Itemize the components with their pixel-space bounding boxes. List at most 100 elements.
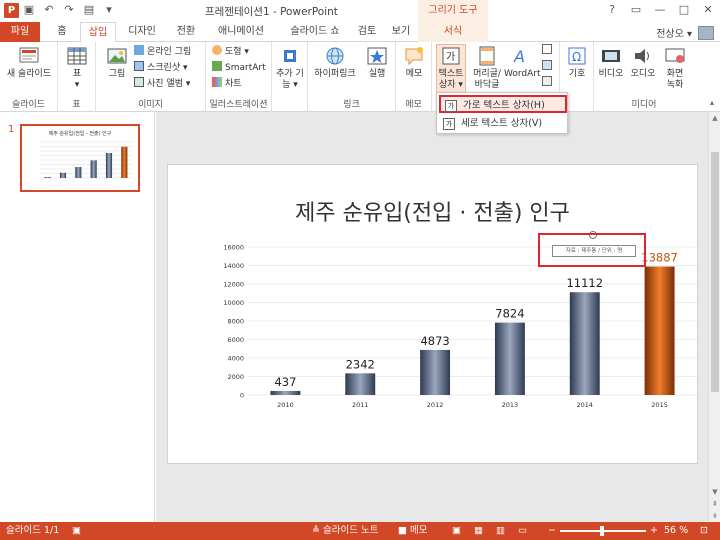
ribbon-display-options-button[interactable]: ▭: [624, 0, 648, 22]
picture-button[interactable]: 그림: [104, 45, 130, 80]
slide-number-button[interactable]: [542, 60, 555, 74]
scrollbar-thumb[interactable]: [711, 152, 719, 392]
tab-design[interactable]: 디자인: [120, 22, 164, 42]
wordart-label: WordArt: [504, 69, 541, 79]
tab-view[interactable]: 보기: [386, 22, 416, 42]
y-tick-label: 2000: [227, 373, 244, 381]
minimize-button[interactable]: —: [648, 0, 672, 22]
speaker-icon: [635, 49, 649, 63]
svg-text:가: 가: [446, 51, 455, 63]
collapse-ribbon-icon[interactable]: ▴: [710, 98, 714, 107]
wordart-button[interactable]: A WordArt: [504, 45, 541, 80]
chart-button[interactable]: 차트: [212, 77, 242, 91]
object-button[interactable]: [542, 76, 555, 90]
vertical-scrollbar[interactable]: ▲ ▼ ⇞ ⇟: [708, 112, 720, 522]
tab-home[interactable]: 홈: [48, 22, 76, 42]
group-links: 하이퍼링크 실행 링크: [308, 42, 396, 112]
slide-count: 슬라이드 1/1: [6, 525, 60, 536]
scroll-down-icon[interactable]: ▼: [709, 486, 720, 498]
zoom-slider-knob[interactable]: [600, 526, 604, 536]
bar: [420, 349, 451, 395]
action-label: 실행: [368, 69, 386, 79]
new-slide-button[interactable]: 새 슬라이드: [3, 45, 55, 80]
user-account[interactable]: 전상오 ▾: [656, 25, 714, 40]
slideshow-view-icon[interactable]: ▭: [518, 522, 527, 540]
online-picture-button[interactable]: 온라인 그림: [134, 45, 191, 59]
tab-transitions[interactable]: 전환: [168, 22, 204, 42]
tab-insert[interactable]: 삽입: [80, 22, 116, 43]
addins-button[interactable]: 추가 기능 ▾: [274, 45, 306, 91]
svg-text:Ω: Ω: [572, 50, 581, 64]
bar: [494, 322, 525, 395]
slides-panel: 1 제주 순유입(전입 - 전출) 인구: [0, 112, 155, 522]
header-footer-label-line2: 바닥글: [474, 80, 500, 90]
comment-button[interactable]: 메모: [400, 45, 428, 80]
zoom-in-icon[interactable]: +: [650, 522, 658, 540]
video-button[interactable]: 비디오: [596, 45, 626, 80]
screen-recording-button[interactable]: 화면 녹화: [660, 45, 690, 91]
textbox-label-line2: 상자 ▾: [439, 80, 463, 90]
next-slide-icon[interactable]: ⇟: [709, 510, 720, 522]
slide-thumbnail[interactable]: 제주 순유입(전입 - 전출) 인구: [20, 124, 140, 192]
reading-view-icon[interactable]: ▥: [496, 522, 505, 540]
notes-button[interactable]: ≜ 슬라이드 노트: [312, 522, 378, 540]
bar: [59, 172, 67, 178]
normal-view-icon[interactable]: ▣: [452, 522, 461, 540]
y-tick-label: 0: [240, 392, 244, 400]
scroll-up-icon[interactable]: ▲: [709, 112, 720, 124]
spellcheck-icon[interactable]: ▣: [72, 522, 81, 540]
symbols-button[interactable]: Ω 기호: [564, 45, 590, 80]
hyperlink-label: 하이퍼링크: [314, 69, 356, 79]
comments-button[interactable]: ■ 메모: [398, 522, 427, 540]
audio-button[interactable]: 오디오: [628, 45, 658, 80]
restore-button[interactable]: □: [672, 0, 696, 22]
avatar[interactable]: [698, 25, 714, 40]
annotation-source-highlight: [538, 233, 646, 267]
bar: [644, 266, 675, 395]
new-slide-label: 새 슬라이드: [6, 69, 52, 79]
shapes-button[interactable]: 도형 ▾: [212, 45, 249, 59]
smartart-button[interactable]: SmartArt: [212, 61, 266, 75]
tab-file[interactable]: 파일: [0, 22, 40, 42]
close-button[interactable]: ✕: [696, 0, 720, 22]
tab-slideshow[interactable]: 슬라이드 쇼: [278, 22, 352, 42]
menu-item-vertical-textbox[interactable]: 가 세로 텍스트 상자(V): [439, 115, 567, 133]
smartart-label: SmartArt: [225, 63, 266, 73]
help-button[interactable]: ?: [600, 0, 624, 22]
zoom-level[interactable]: 56 %: [664, 522, 688, 540]
action-button[interactable]: 실행: [362, 45, 392, 80]
textbox-button[interactable]: 가 텍스트 상자 ▾: [436, 44, 466, 94]
hyperlink-button[interactable]: 하이퍼링크: [312, 45, 358, 80]
window-controls: ? ▭ — □ ✕: [600, 0, 720, 22]
tab-review[interactable]: 검토: [352, 22, 382, 42]
drawing-tools-context-title: 그리기 도구: [418, 0, 488, 22]
video-icon: [602, 50, 620, 62]
menu-item-horizontal-textbox[interactable]: 가 가로 텍스트 상자(H): [439, 95, 567, 113]
screenshot-button[interactable]: 스크린샷 ▾: [134, 61, 188, 75]
group-addins: 추가 기능 ▾: [272, 42, 308, 112]
header-footer-button[interactable]: 머리글/바닥글: [470, 45, 504, 91]
svg-text:A: A: [513, 47, 525, 66]
date-time-icon: [542, 44, 552, 54]
table-button[interactable]: 표 ▾: [64, 45, 90, 91]
user-name[interactable]: 전상오 ▾: [656, 25, 692, 40]
screenshot-label: 스크린샷 ▾: [147, 63, 188, 73]
tab-animations[interactable]: 애니메이션: [208, 22, 274, 42]
date-time-button[interactable]: [542, 44, 555, 58]
screen-recording-label-line2: 녹화: [666, 80, 684, 90]
slide-sorter-icon[interactable]: ▦: [474, 522, 483, 540]
photo-album-button[interactable]: 사진 앨범 ▾: [134, 77, 190, 91]
slide-canvas[interactable]: 제주 순유입(전입 · 전출) 인구 0 2000 4000 6000 8000 1000…: [167, 164, 698, 464]
zoom-out-icon[interactable]: −: [548, 522, 556, 540]
save-icon[interactable]: ▣: [22, 3, 36, 17]
smartart-icon: [212, 61, 222, 71]
prev-slide-icon[interactable]: ⇞: [709, 498, 720, 510]
undo-icon[interactable]: ↶: [42, 3, 56, 17]
fit-to-window-icon[interactable]: ⊡: [700, 522, 708, 540]
redo-icon[interactable]: ↷: [62, 3, 76, 17]
tab-format[interactable]: 서식: [418, 22, 488, 42]
customize-qat-icon[interactable]: ▾: [102, 3, 116, 17]
slide-title[interactable]: 제주 순유입(전입 · 전출) 인구: [168, 195, 697, 227]
group-illustrations-label: 일러스트레이션: [209, 100, 268, 110]
start-slideshow-icon[interactable]: ▤: [82, 3, 96, 17]
